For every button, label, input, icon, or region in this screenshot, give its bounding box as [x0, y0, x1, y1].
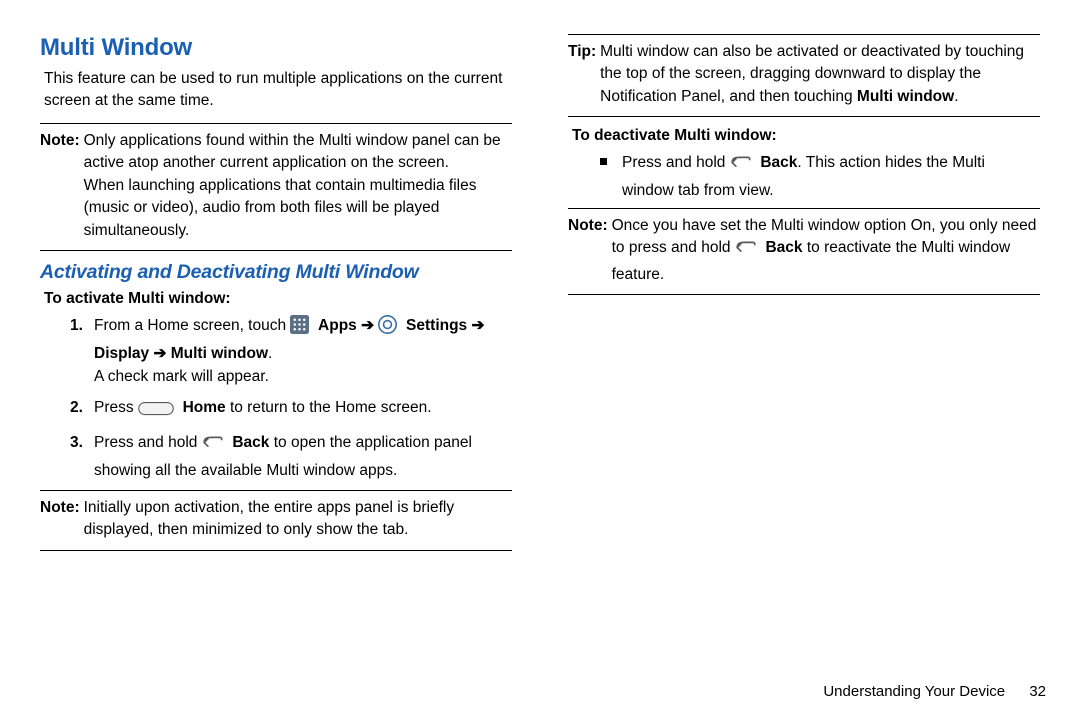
note2-text: Initially upon activation, the entire ap…	[84, 497, 512, 542]
footer-page-number: 32	[1029, 683, 1046, 700]
note-label: Note:	[40, 130, 84, 242]
back-icon	[735, 239, 757, 263]
step1-pre: From a Home screen, touch	[94, 317, 290, 334]
activate-steps: From a Home screen, touch Apps ➔ Setting…	[40, 314, 512, 482]
deactivate-subhead: To deactivate Multi window:	[572, 127, 1050, 145]
step2-trail: to return to the Home screen.	[230, 399, 432, 416]
tip-block: Tip: Multi window can also be activated …	[568, 34, 1040, 117]
intro-paragraph: This feature can be used to run multiple…	[44, 68, 512, 113]
step1-period: .	[268, 345, 272, 362]
home-icon	[138, 400, 174, 423]
note2-label: Note:	[40, 497, 84, 542]
note-block-2: Note: Initially upon activation, the ent…	[40, 490, 512, 551]
footer-chapter: Understanding Your Device	[823, 683, 1005, 700]
settings-icon	[378, 315, 397, 341]
step-1: From a Home screen, touch Apps ➔ Setting…	[70, 314, 512, 388]
section-heading: Multi Window	[40, 34, 522, 62]
step2-pre: Press	[94, 399, 138, 416]
step1-settings: Settings	[402, 317, 467, 334]
tip-text: Multi window can also be activated or de…	[600, 41, 1040, 108]
step1-line2: A check mark will appear.	[94, 368, 269, 385]
activate-subhead: To activate Multi window:	[44, 290, 522, 308]
left-column: Multi Window This feature can be used to…	[30, 30, 522, 561]
note3-label: Note:	[568, 215, 612, 286]
deactivate-list: Press and hold Back. This action hides t…	[568, 151, 1040, 202]
deactivate-item: Press and hold Back. This action hides t…	[598, 151, 1040, 202]
apps-icon	[290, 315, 309, 341]
right-column: Tip: Multi window can also be activated …	[558, 30, 1050, 561]
arrow-icon: ➔	[361, 317, 378, 334]
step3-pre: Press and hold	[94, 434, 202, 451]
step3-back: Back	[228, 434, 269, 451]
note-block-1: Note: Only applications found within the…	[40, 123, 512, 251]
tip-label: Tip:	[568, 41, 600, 108]
step-3: Press and hold Back to open the applicat…	[70, 431, 512, 482]
note3-text: Once you have set the Multi window optio…	[612, 215, 1040, 286]
deact-pre: Press and hold	[622, 154, 730, 171]
step2-home: Home	[178, 399, 225, 416]
note-text: Only applications found within the Multi…	[84, 130, 512, 242]
step-2: Press Home to return to the Home screen.	[70, 396, 512, 423]
deact-back: Back	[756, 154, 797, 171]
back-icon	[730, 154, 752, 178]
back-icon	[202, 434, 224, 458]
step1-apps: Apps	[314, 317, 357, 334]
page-footer: Understanding Your Device 32	[823, 683, 1046, 700]
subsection-heading: Activating and Deactivating Multi Window	[40, 261, 522, 284]
note-block-3: Note: Once you have set the Multi window…	[568, 208, 1040, 295]
